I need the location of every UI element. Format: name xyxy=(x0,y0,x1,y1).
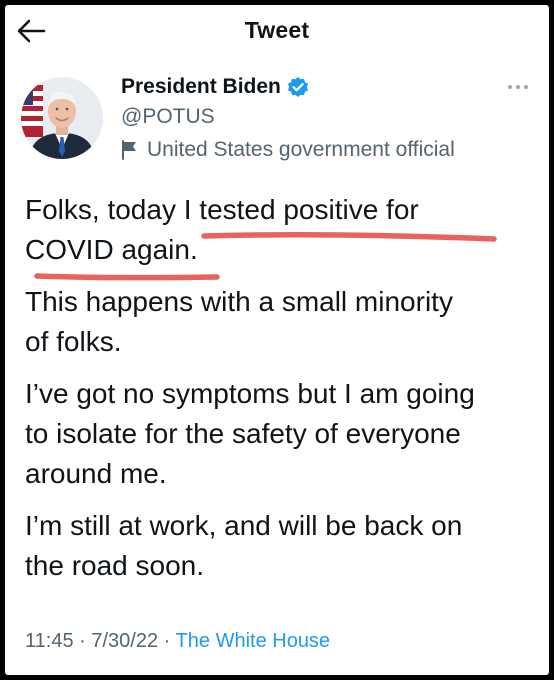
more-dots-icon xyxy=(508,85,528,89)
page-title: Tweet xyxy=(244,17,310,43)
tweet-line: around me. xyxy=(25,458,167,489)
tweet-source-link[interactable]: The White House xyxy=(176,630,331,652)
tweet-meta: 11:45 · 7/30/22 · The White House xyxy=(25,630,330,653)
tweet-text: Folks, today I tested positive for COVID… xyxy=(25,190,535,586)
tweet-header-bar: Tweet xyxy=(5,5,549,55)
author-name[interactable]: President Biden xyxy=(121,75,281,99)
tweet-line: Folks, today I tested positive for xyxy=(25,194,419,225)
verified-badge-icon xyxy=(287,76,309,98)
tweet-line: I’ve got no symptoms but I am going xyxy=(25,378,475,409)
tweet-line: I’m still at work, and will be back on xyxy=(25,510,463,541)
meta-separator: · xyxy=(163,630,171,652)
flag-icon xyxy=(121,140,139,160)
government-label-text: United States government official xyxy=(147,138,455,161)
meta-separator: · xyxy=(79,630,86,652)
tweet-line: the road soon. xyxy=(25,550,205,581)
tweet-date[interactable]: 7/30/22 xyxy=(91,630,158,652)
tweet-screenshot-frame: Tweet President Biden @POTUS United Stat… xyxy=(5,5,549,675)
author-handle[interactable]: @POTUS xyxy=(121,105,215,129)
tweet-paragraph: I’m still at work, and will be back on t… xyxy=(25,506,535,586)
tweet-line: COVID again. xyxy=(25,234,198,265)
tweet-paragraph: Folks, today I tested positive for COVID… xyxy=(25,190,535,270)
tweet-line: of folks. xyxy=(25,326,122,357)
tweet-time[interactable]: 11:45 xyxy=(25,630,74,652)
avatar[interactable] xyxy=(21,77,103,159)
profile-photo xyxy=(21,77,103,159)
tweet-paragraph: I’ve got no symptoms but I am going to i… xyxy=(25,374,535,494)
tweet-line: This happens with a small minority xyxy=(25,286,453,317)
more-options-button[interactable] xyxy=(505,77,531,97)
government-label[interactable]: United States government official xyxy=(121,137,455,163)
tweet-paragraph: This happens with a small minority of fo… xyxy=(25,282,535,362)
tweet-line: to isolate for the safety of everyone xyxy=(25,418,461,449)
author-name-row[interactable]: President Biden xyxy=(121,72,309,102)
